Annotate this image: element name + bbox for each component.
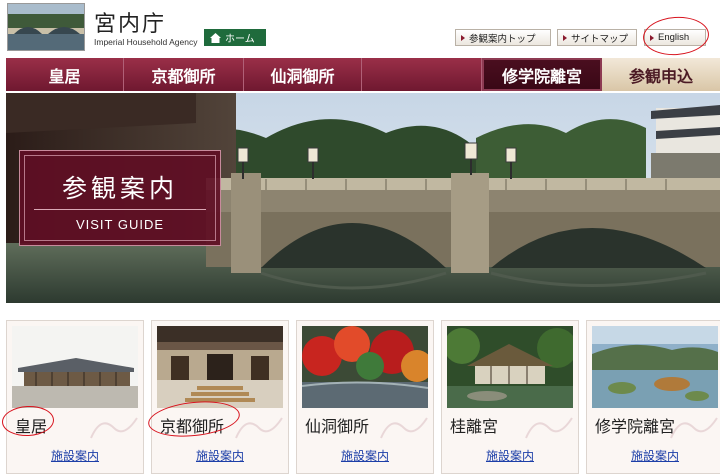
nav-label: 参観申込 [628,66,693,86]
arrow-right-icon [563,34,567,41]
kyoto-gosho-photo [157,326,283,408]
nav-item-apply[interactable]: 参観申込 [602,58,720,91]
nav-label: 京都御所 [151,66,216,86]
facility-guide-link[interactable]: 施設案内 [297,447,433,464]
decorative-swirl-icon [670,417,718,439]
facility-guide-link[interactable]: 施設案内 [7,447,143,464]
nav-item-kyoto-gosho[interactable]: 京都御所 [124,58,244,91]
hero-title: 参観案内 [61,174,178,203]
sento-gosho-photo [302,326,428,408]
nav-label: 仙洞御所 [270,66,335,86]
visit-guide-top-button[interactable]: 参観案内トップ [455,29,551,46]
decorative-swirl-icon [525,417,573,439]
shugakuin-rikyu-photo [592,326,718,408]
katsura-rikyu-photo [447,326,573,408]
card-imperial-palace[interactable]: 皇居 施設案内 [6,320,144,474]
hero-divider [34,209,206,210]
decorative-swirl-icon [380,417,428,439]
visit-guide-top-label: 参観案内トップ [469,33,536,45]
card-sento-gosho[interactable]: 仙洞御所 施設案内 [296,320,434,474]
main-nav: 皇居 京都御所 仙洞御所 修学院離宮 参観申込 [6,58,720,91]
nav-item-katsura-rikyu[interactable] [362,58,482,91]
logo-title-en[interactable]: Imperial Household Agency [94,37,197,47]
facility-guide-link[interactable]: 施設案内 [587,447,720,464]
decorative-swirl-icon [235,417,283,439]
imperial-palace-photo [12,326,138,408]
card-name: 仙洞御所 [305,417,370,436]
card-kyoto-gosho[interactable]: 京都御所 施設案内 [151,320,289,474]
facility-cards: 皇居 施設案内 京都御所 施設案内 仙洞御所 施設案内 桂離宮 施設案内 修学院… [0,320,720,474]
hero-subtitle: VISIT GUIDE [75,217,165,232]
home-icon [210,32,221,43]
arrow-right-icon [461,34,465,41]
nav-label: 修学院離宮 [501,66,582,86]
site-header: 宮内庁 Imperial Household Agency ホーム 参観案内トッ… [0,0,720,58]
sitemap-button[interactable]: サイトマップ [557,29,637,46]
nav-item-shugakuin-rikyu[interactable]: 修学院離宮 [482,58,602,91]
facility-guide-link[interactable]: 施設案内 [442,447,578,464]
home-label: ホーム [225,34,255,45]
card-katsura-rikyu[interactable]: 桂離宮 施設案内 [441,320,579,474]
logo-title-ja[interactable]: 宮内庁 [94,6,166,38]
facility-guide-link[interactable]: 施設案内 [152,447,288,464]
annotation-circle-english [641,14,711,58]
nav-label: 皇居 [48,66,81,86]
card-name: 桂離宮 [450,417,499,436]
decorative-swirl-icon [90,417,138,439]
visit-guide-panel: 参観案内 VISIT GUIDE [19,150,221,246]
home-button[interactable]: ホーム [204,29,266,46]
nav-item-imperial-palace[interactable]: 皇居 [6,58,124,91]
sitemap-label: サイトマップ [571,33,629,45]
card-name: 修学院離宮 [595,417,676,436]
logo-bridge-thumbnail[interactable] [7,3,85,51]
hero-banner: 参観案内 VISIT GUIDE [6,93,720,303]
nav-item-sento-gosho[interactable]: 仙洞御所 [244,58,362,91]
card-shugakuin-rikyu[interactable]: 修学院離宮 施設案内 [586,320,720,474]
